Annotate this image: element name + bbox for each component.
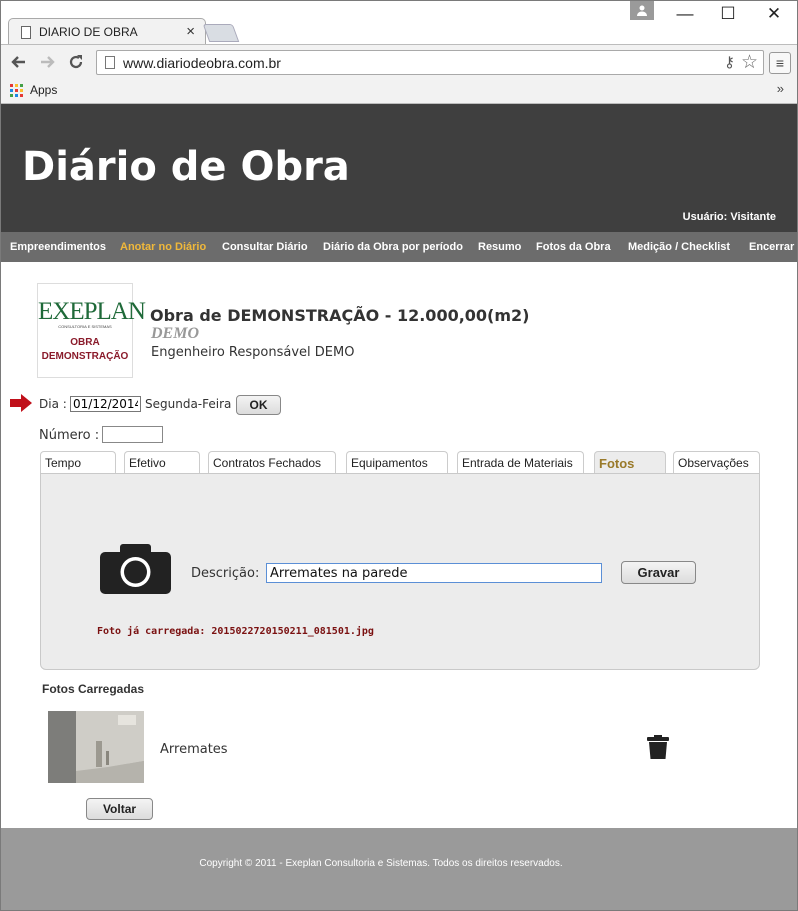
company-logo: EXEPLAN CONSULTORIA E SISTEMAS OBRA DEMO… [37, 283, 146, 378]
bookmark-star-icon[interactable]: ☆ [741, 51, 758, 74]
fotos-carregadas-heading: Fotos Carregadas [42, 682, 145, 696]
logo-subtitle: CONSULTORIA E SISTEMAS [58, 324, 112, 329]
copyright-text: Copyright © 2011 - Exeplan Consultoria e… [199, 858, 563, 869]
forward-icon[interactable] [36, 50, 60, 74]
url-text: www.diariodeobra.com.br [123, 55, 281, 71]
user-profile-icon[interactable] [630, 0, 654, 20]
photo-thumbnail[interactable] [48, 711, 144, 783]
ok-button[interactable]: OK [236, 395, 281, 415]
nav-item-diario-por-periodo[interactable]: Diário da Obra por período [323, 241, 463, 253]
nav-item-consultar-diario[interactable]: Consultar Diário [222, 241, 308, 253]
page-icon [21, 26, 31, 39]
close-tab-icon[interactable]: × [186, 23, 195, 40]
key-icon[interactable]: ⚷ [724, 53, 735, 71]
user-label: Usuário: Visitante [682, 211, 776, 223]
site-footer: Copyright © 2011 - Exeplan Consultoria e… [0, 828, 798, 911]
logo-line-2: DEMONSTRAÇÃO [41, 351, 129, 362]
tab-observacoes[interactable]: Observações [673, 451, 760, 474]
obra-title: Obra de DEMONSTRAÇÃO - 12.000,00(m2) [150, 306, 530, 325]
dia-input[interactable] [70, 396, 141, 412]
nav-item-anotar-no-diario[interactable]: Anotar no Diário [120, 241, 206, 253]
bookmarks-bar: Apps » [0, 78, 798, 104]
reload-icon[interactable] [64, 50, 88, 74]
menu-icon[interactable]: ≡ [769, 52, 791, 74]
trash-icon[interactable] [647, 735, 669, 759]
photo-uploaded-note: Foto já carregada: 2015022720150211_0815… [97, 626, 374, 637]
logo-line-1: OBRA [70, 337, 100, 348]
new-tab-button[interactable] [202, 24, 240, 42]
address-bar[interactable]: www.diariodeobra.com.br ⚷ ☆ [96, 50, 764, 75]
nav-item-fotos-da-obra[interactable]: Fotos da Obra [536, 241, 611, 253]
back-icon[interactable] [6, 50, 30, 74]
minimize-icon[interactable]: — [670, 3, 700, 25]
tab-entrada-de-materiais[interactable]: Entrada de Materiais [457, 451, 584, 474]
tab-contratos-fechados[interactable]: Contratos Fechados [208, 451, 336, 474]
tab-tempo[interactable]: Tempo [40, 451, 116, 474]
page-icon [105, 56, 115, 69]
tab-efetivo[interactable]: Efetivo [124, 451, 200, 474]
obra-code: DEMO [151, 325, 200, 342]
descricao-label: Descrição: [191, 566, 260, 581]
weekday-label: Segunda-Feira [145, 397, 232, 411]
arrow-right-annotation-icon [10, 394, 32, 412]
bookmarks-overflow-icon[interactable]: » [777, 81, 784, 96]
logo-brand: EXEPLAN [38, 298, 146, 325]
nav-item-empreendimentos[interactable]: Empreendimentos [10, 241, 106, 253]
main-nav: Empreendimentos Anotar no Diário Consult… [0, 232, 798, 262]
nav-item-encerrar[interactable]: Encerrar [749, 241, 794, 253]
voltar-button[interactable]: Voltar [86, 798, 153, 820]
numero-label: Número : [39, 428, 100, 443]
nav-item-medicao-checklist[interactable]: Medição / Checklist [628, 241, 730, 253]
site-title: Diário de Obra [22, 144, 350, 190]
tab-equipamentos[interactable]: Equipamentos [346, 451, 448, 474]
browser-tab-title: DIARIO DE OBRA [39, 25, 138, 39]
photo-caption: Arremates [160, 742, 228, 757]
browser-tab[interactable]: DIARIO DE OBRA × [8, 18, 206, 45]
nav-item-resumo[interactable]: Resumo [478, 241, 521, 253]
dia-label: Dia : [39, 397, 67, 411]
browser-tab-strip: DIARIO DE OBRA × — ☐ ✕ [0, 0, 798, 45]
tab-fotos[interactable]: Fotos [594, 451, 666, 475]
gravar-button[interactable]: Gravar [621, 561, 696, 584]
numero-input[interactable] [102, 426, 163, 443]
apps-bookmark[interactable]: Apps [30, 83, 57, 97]
obra-engineer: Engenheiro Responsável DEMO [151, 345, 355, 360]
descricao-input[interactable] [266, 563, 602, 583]
maximize-icon[interactable]: ☐ [713, 3, 743, 25]
camera-icon[interactable] [100, 544, 171, 594]
apps-grid-icon[interactable] [10, 84, 23, 97]
close-window-icon[interactable]: ✕ [759, 3, 789, 25]
browser-toolbar: www.diariodeobra.com.br ⚷ ☆ ≡ [0, 44, 798, 78]
logo-project-label: OBRA DEMONSTRAÇÃO [38, 336, 132, 364]
site-header: Diário de Obra Usuário: Visitante [0, 104, 798, 232]
